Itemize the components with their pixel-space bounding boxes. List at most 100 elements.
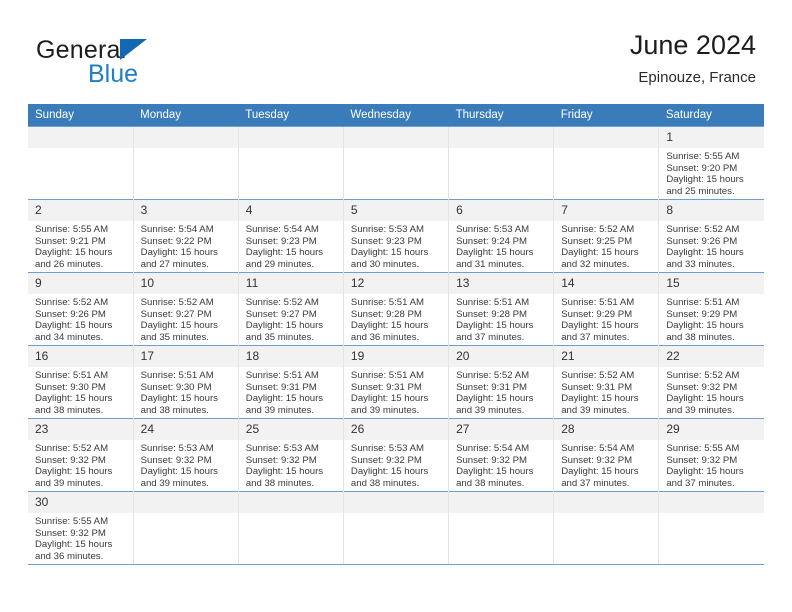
calendar-day-cell[interactable]: 3 Sunrise: 5:54 AM Sunset: 9:22 PM Daylight… (132, 199, 239, 273)
sunset-time: Sunset: 9:32 PM (456, 454, 527, 466)
sunset-time: Sunset: 9:31 PM (350, 381, 422, 393)
calendar-day-cell[interactable]: 15 Sunrise: 5:51 AM Sunset: 9:29 PM Dayligh… (658, 272, 764, 346)
calendar-day-cell-empty (448, 126, 554, 200)
day-number: 12 (343, 273, 449, 294)
daylight-duration-line2: and 38 minutes. (140, 404, 209, 416)
day-number: 16 (28, 346, 133, 367)
daylight-duration-line2: and 38 minutes. (350, 477, 420, 489)
daylight-duration-line1: Daylight: 15 hours (456, 393, 534, 405)
day-number (28, 127, 133, 148)
calendar-day-cell[interactable]: 8 Sunrise: 5:52 AM Sunset: 9:26 PM Daylight… (658, 199, 764, 273)
daylight-duration-line1: Daylight: 15 hours (666, 174, 744, 186)
calendar-day-cell[interactable]: 11 Sunrise: 5:52 AM Sunset: 9:27 PM Dayligh… (237, 272, 344, 346)
day-sun-info: Sunrise: 5:52 AM Sunset: 9:32 PM Daylight:… (659, 367, 764, 416)
title-block: June 2024 Epinouze, France (336, 28, 756, 89)
calendar-day-cell[interactable]: 14 Sunrise: 5:51 AM Sunset: 9:29 PM Dayligh… (553, 272, 659, 346)
sunrise-time: Sunrise: 5:52 AM (140, 297, 214, 308)
daylight-duration-line2: and 39 minutes. (666, 404, 735, 416)
calendar-day-cell[interactable]: 28 Sunrise: 5:54 AM Sunset: 9:32 PM Dayligh… (553, 418, 659, 492)
calendar-day-cell[interactable]: 26 Sunrise: 5:53 AM Sunset: 9:32 PM Dayligh… (342, 418, 449, 492)
calendar-week-row: 1 Sunrise: 5:55 AM Sunset: 9:20 PM Daylight… (28, 126, 764, 200)
daylight-duration-line1: Daylight: 15 hours (561, 393, 639, 405)
day-number: 24 (133, 419, 238, 440)
sunset-time: Sunset: 9:32 PM (140, 454, 212, 466)
calendar-day-cell[interactable]: 18 Sunrise: 5:51 AM Sunset: 9:31 PM Dayligh… (237, 345, 344, 419)
sunrise-time: Sunrise: 5:51 AM (245, 370, 319, 381)
day-sun-info: Sunrise: 5:52 AM Sunset: 9:26 PM Daylight:… (28, 294, 133, 343)
sunrise-time: Sunrise: 5:55 AM (666, 151, 740, 162)
calendar-week-row: 30 Sunrise: 5:55 AM Sunset: 9:32 PM Dayligh… (28, 491, 764, 565)
day-sun-info: Sunrise: 5:55 AM Sunset: 9:32 PM Daylight:… (28, 513, 133, 562)
general-blue-logo[interactable]: General Blue (36, 36, 276, 92)
day-number (343, 492, 449, 513)
sunset-time: Sunset: 9:23 PM (350, 235, 422, 247)
day-number (133, 492, 238, 513)
calendar-day-cell[interactable]: 6 Sunrise: 5:53 AM Sunset: 9:24 PM Daylight… (448, 199, 554, 273)
calendar-day-cell-empty (342, 491, 449, 565)
day-sun-info: Sunrise: 5:55 AM Sunset: 9:20 PM Daylight:… (659, 148, 764, 197)
calendar-day-cell[interactable]: 5 Sunrise: 5:53 AM Sunset: 9:23 PM Daylight… (342, 199, 449, 273)
calendar-day-cell[interactable]: 25 Sunrise: 5:53 AM Sunset: 9:32 PM Dayligh… (237, 418, 344, 492)
calendar-day-cell[interactable]: 10 Sunrise: 5:52 AM Sunset: 9:27 PM Dayligh… (132, 272, 239, 346)
calendar-day-cell[interactable]: 20 Sunrise: 5:52 AM Sunset: 9:31 PM Dayligh… (448, 345, 554, 419)
daylight-duration-line2: and 38 minutes. (456, 477, 525, 489)
daylight-duration-line2: and 36 minutes. (35, 550, 104, 562)
calendar-day-cell-empty (553, 126, 659, 200)
sunrise-time: Sunrise: 5:54 AM (456, 443, 530, 454)
calendar-day-cell[interactable]: 19 Sunrise: 5:51 AM Sunset: 9:31 PM Dayligh… (342, 345, 449, 419)
calendar-day-cell[interactable]: 23 Sunrise: 5:52 AM Sunset: 9:32 PM Dayligh… (28, 418, 134, 492)
daylight-duration-line2: and 39 minutes. (456, 404, 525, 416)
calendar-week-row: 2 Sunrise: 5:55 AM Sunset: 9:21 PM Daylight… (28, 199, 764, 273)
calendar-day-cell[interactable]: 2 Sunrise: 5:55 AM Sunset: 9:21 PM Daylight… (28, 199, 134, 273)
calendar-day-cell[interactable]: 30 Sunrise: 5:55 AM Sunset: 9:32 PM Dayligh… (28, 491, 134, 565)
day-number: 2 (28, 200, 133, 221)
calendar-day-cell[interactable]: 9 Sunrise: 5:52 AM Sunset: 9:26 PM Daylight… (28, 272, 134, 346)
calendar-day-cell[interactable]: 29 Sunrise: 5:55 AM Sunset: 9:32 PM Dayligh… (658, 418, 764, 492)
day-number (554, 492, 659, 513)
calendar-day-cell[interactable]: 1 Sunrise: 5:55 AM Sunset: 9:20 PM Daylight… (658, 126, 764, 200)
sunrise-time: Sunrise: 5:53 AM (245, 443, 319, 454)
weekday-header-friday: Friday (553, 104, 659, 127)
sunrise-time: Sunrise: 5:51 AM (350, 370, 424, 381)
day-number: 1 (659, 127, 764, 148)
day-sun-info: Sunrise: 5:51 AM Sunset: 9:30 PM Daylight:… (134, 367, 238, 416)
calendar-page: General Blue June 2024 Epinouze, France … (0, 0, 792, 612)
day-sun-info: Sunrise: 5:55 AM Sunset: 9:32 PM Daylight:… (659, 440, 764, 489)
day-number (554, 127, 659, 148)
sunset-time: Sunset: 9:32 PM (35, 527, 106, 539)
daylight-duration-line2: and 38 minutes. (666, 331, 735, 343)
sunset-time: Sunset: 9:27 PM (245, 308, 317, 320)
day-sun-info: Sunrise: 5:52 AM Sunset: 9:32 PM Daylight:… (28, 440, 133, 489)
day-sun-info: Sunrise: 5:52 AM Sunset: 9:26 PM Daylight:… (659, 221, 764, 270)
calendar-day-cell[interactable]: 7 Sunrise: 5:52 AM Sunset: 9:25 PM Daylight… (553, 199, 659, 273)
calendar-day-cell[interactable]: 13 Sunrise: 5:51 AM Sunset: 9:28 PM Dayligh… (448, 272, 554, 346)
calendar-day-cell[interactable]: 22 Sunrise: 5:52 AM Sunset: 9:32 PM Dayligh… (658, 345, 764, 419)
daylight-duration-line1: Daylight: 15 hours (140, 466, 218, 478)
day-number: 9 (28, 273, 133, 294)
calendar-day-cell[interactable]: 16 Sunrise: 5:51 AM Sunset: 9:30 PM Dayligh… (28, 345, 134, 419)
day-sun-info: Sunrise: 5:53 AM Sunset: 9:32 PM Daylight:… (344, 440, 448, 489)
weekday-header-wednesday: Wednesday (343, 104, 449, 127)
sunset-time: Sunset: 9:24 PM (456, 235, 527, 247)
logo-text-blue: Blue (88, 60, 139, 88)
daylight-duration-line1: Daylight: 15 hours (245, 247, 324, 259)
calendar-day-cell[interactable]: 4 Sunrise: 5:54 AM Sunset: 9:23 PM Daylight… (237, 199, 344, 273)
sunrise-time: Sunrise: 5:52 AM (561, 224, 635, 235)
sunset-time: Sunset: 9:32 PM (350, 454, 422, 466)
day-sun-info: Sunrise: 5:51 AM Sunset: 9:31 PM Daylight:… (239, 367, 343, 416)
day-number (238, 492, 343, 513)
calendar-day-cell[interactable]: 27 Sunrise: 5:54 AM Sunset: 9:32 PM Dayligh… (448, 418, 554, 492)
weekday-header-sunday: Sunday (28, 104, 134, 127)
sunset-time: Sunset: 9:32 PM (35, 454, 106, 466)
sunset-time: Sunset: 9:31 PM (561, 381, 633, 393)
logo-triangle-icon (120, 39, 147, 60)
weekday-header-monday: Monday (133, 104, 239, 127)
calendar-day-cell[interactable]: 24 Sunrise: 5:53 AM Sunset: 9:32 PM Dayligh… (132, 418, 239, 492)
daylight-duration-line2: and 33 minutes. (666, 258, 735, 270)
calendar-day-cell[interactable]: 21 Sunrise: 5:52 AM Sunset: 9:31 PM Dayligh… (553, 345, 659, 419)
daylight-duration-line1: Daylight: 15 hours (140, 320, 218, 332)
sunrise-time: Sunrise: 5:55 AM (35, 516, 109, 527)
calendar-day-cell[interactable]: 12 Sunrise: 5:51 AM Sunset: 9:28 PM Dayligh… (342, 272, 449, 346)
day-number: 11 (238, 273, 343, 294)
calendar-day-cell[interactable]: 17 Sunrise: 5:51 AM Sunset: 9:30 PM Dayligh… (132, 345, 239, 419)
